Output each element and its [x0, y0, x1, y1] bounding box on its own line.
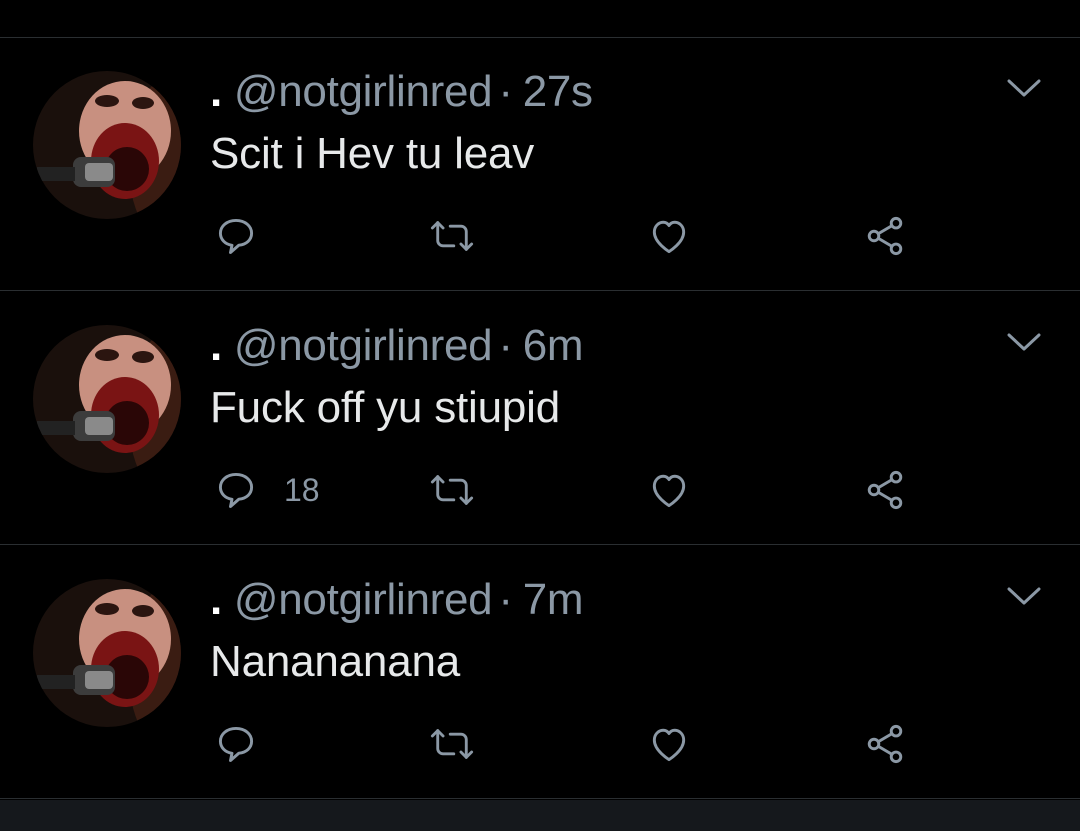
tweet-header: . @notgirlinred · 7m [210, 574, 584, 626]
retweet-icon [427, 468, 477, 512]
user-handle[interactable]: @notgirlinred [234, 67, 493, 116]
tweet-actions [0, 213, 1080, 259]
like-icon [646, 468, 692, 512]
tweet-actions: 18 [0, 467, 1080, 513]
bottom-bar [0, 800, 1080, 831]
header-separator: · [498, 67, 513, 116]
display-name[interactable]: . [210, 575, 222, 624]
share-icon [862, 214, 908, 258]
tweet-header: . @notgirlinred · 27s [210, 66, 593, 118]
like-button[interactable] [646, 213, 692, 259]
timestamp[interactable]: 6m [523, 321, 584, 370]
tweet-text: Nanananana [210, 637, 461, 686]
retweet-button[interactable] [427, 213, 477, 259]
like-icon [646, 214, 692, 258]
avatar[interactable] [33, 71, 181, 219]
tweet-header: . @notgirlinred · 6m [210, 320, 584, 372]
display-name[interactable]: . [210, 67, 222, 116]
reply-button[interactable]: 18 [214, 467, 320, 513]
retweet-icon [427, 722, 477, 766]
tweet-item[interactable]: . @notgirlinred · 27s Scit i Hev tu leav [0, 38, 1080, 291]
header-separator: · [498, 321, 513, 370]
reply-icon [214, 214, 258, 258]
share-button[interactable] [862, 721, 908, 767]
tweet-text: Fuck off yu stiupid [210, 383, 561, 432]
timestamp[interactable]: 27s [523, 67, 593, 116]
retweet-icon [427, 214, 477, 258]
tweet-text: Scit i Hev tu leav [210, 129, 535, 178]
like-icon [646, 722, 692, 766]
retweet-button[interactable] [427, 721, 477, 767]
chevron-down-icon[interactable] [1004, 328, 1044, 354]
tweet-actions [0, 721, 1080, 767]
like-button[interactable] [646, 721, 692, 767]
user-handle[interactable]: @notgirlinred [234, 575, 493, 624]
avatar[interactable] [33, 325, 181, 473]
reply-icon [214, 722, 258, 766]
share-icon [862, 468, 908, 512]
header-separator: · [498, 575, 513, 624]
like-button[interactable] [646, 467, 692, 513]
share-button[interactable] [862, 467, 908, 513]
avatar[interactable] [33, 579, 181, 727]
chevron-down-icon[interactable] [1004, 582, 1044, 608]
share-button[interactable] [862, 213, 908, 259]
tweet-item[interactable]: . @notgirlinred · 6m Fuck off yu stiupid 1… [0, 292, 1080, 545]
chevron-down-icon[interactable] [1004, 74, 1044, 100]
reply-button[interactable] [214, 213, 284, 259]
display-name[interactable]: . [210, 321, 222, 370]
reply-count: 18 [284, 471, 320, 508]
tweet-item[interactable]: . @notgirlinred · 7m Nanananana [0, 546, 1080, 799]
user-handle[interactable]: @notgirlinred [234, 321, 493, 370]
reply-button[interactable] [214, 721, 284, 767]
reply-icon [214, 468, 258, 512]
share-icon [862, 722, 908, 766]
retweet-button[interactable] [427, 467, 477, 513]
timestamp[interactable]: 7m [523, 575, 584, 624]
